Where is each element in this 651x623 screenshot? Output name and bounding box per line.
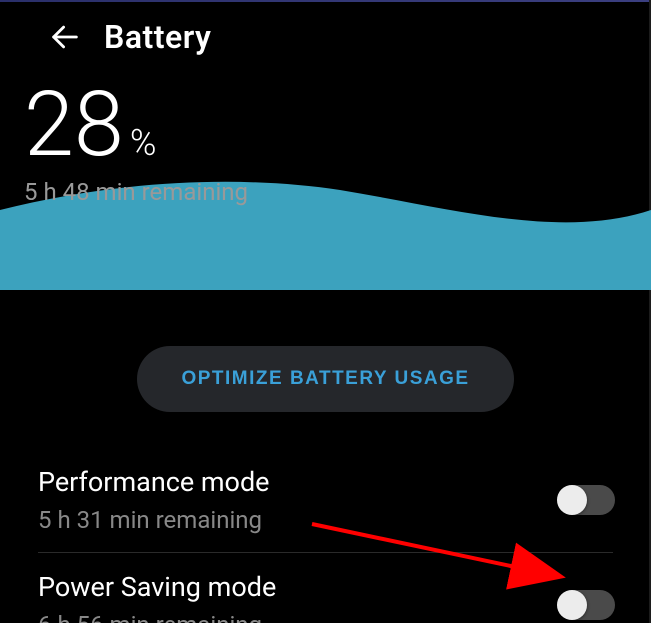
toggle-knob-icon [557,485,587,515]
power-saving-mode-row[interactable]: Power Saving mode 6 h 56 min remaining [24,553,627,623]
top-accent-line [0,0,651,2]
back-arrow-icon[interactable] [48,20,82,54]
battery-percentage: 28 % [24,80,651,170]
header-bar: Battery [0,0,651,56]
page-title: Battery [104,18,211,56]
performance-mode-row[interactable]: Performance mode 5 h 31 min remaining [24,448,627,552]
power-saving-mode-text: Power Saving mode 6 h 56 min remaining [38,571,276,623]
optimize-row: OPTIMIZE BATTERY USAGE [0,346,651,412]
power-saving-mode-sub: 6 h 56 min remaining [38,611,276,623]
performance-mode-sub: 5 h 31 min remaining [38,506,270,534]
performance-mode-toggle[interactable] [557,485,615,515]
power-saving-mode-title: Power Saving mode [38,571,276,603]
battery-remaining-text: 5 h 48 min remaining [24,178,651,206]
battery-percent-value: 28 [24,80,124,170]
battery-summary: 28 % 5 h 48 min remaining [0,80,651,206]
performance-mode-text: Performance mode 5 h 31 min remaining [38,466,270,534]
battery-percent-symbol: % [130,122,157,164]
toggle-knob-icon [557,590,587,620]
optimize-battery-button[interactable]: OPTIMIZE BATTERY USAGE [137,346,513,412]
performance-mode-title: Performance mode [38,466,270,498]
modes-list: Performance mode 5 h 31 min remaining Po… [0,448,651,623]
power-saving-mode-toggle[interactable] [557,590,615,620]
